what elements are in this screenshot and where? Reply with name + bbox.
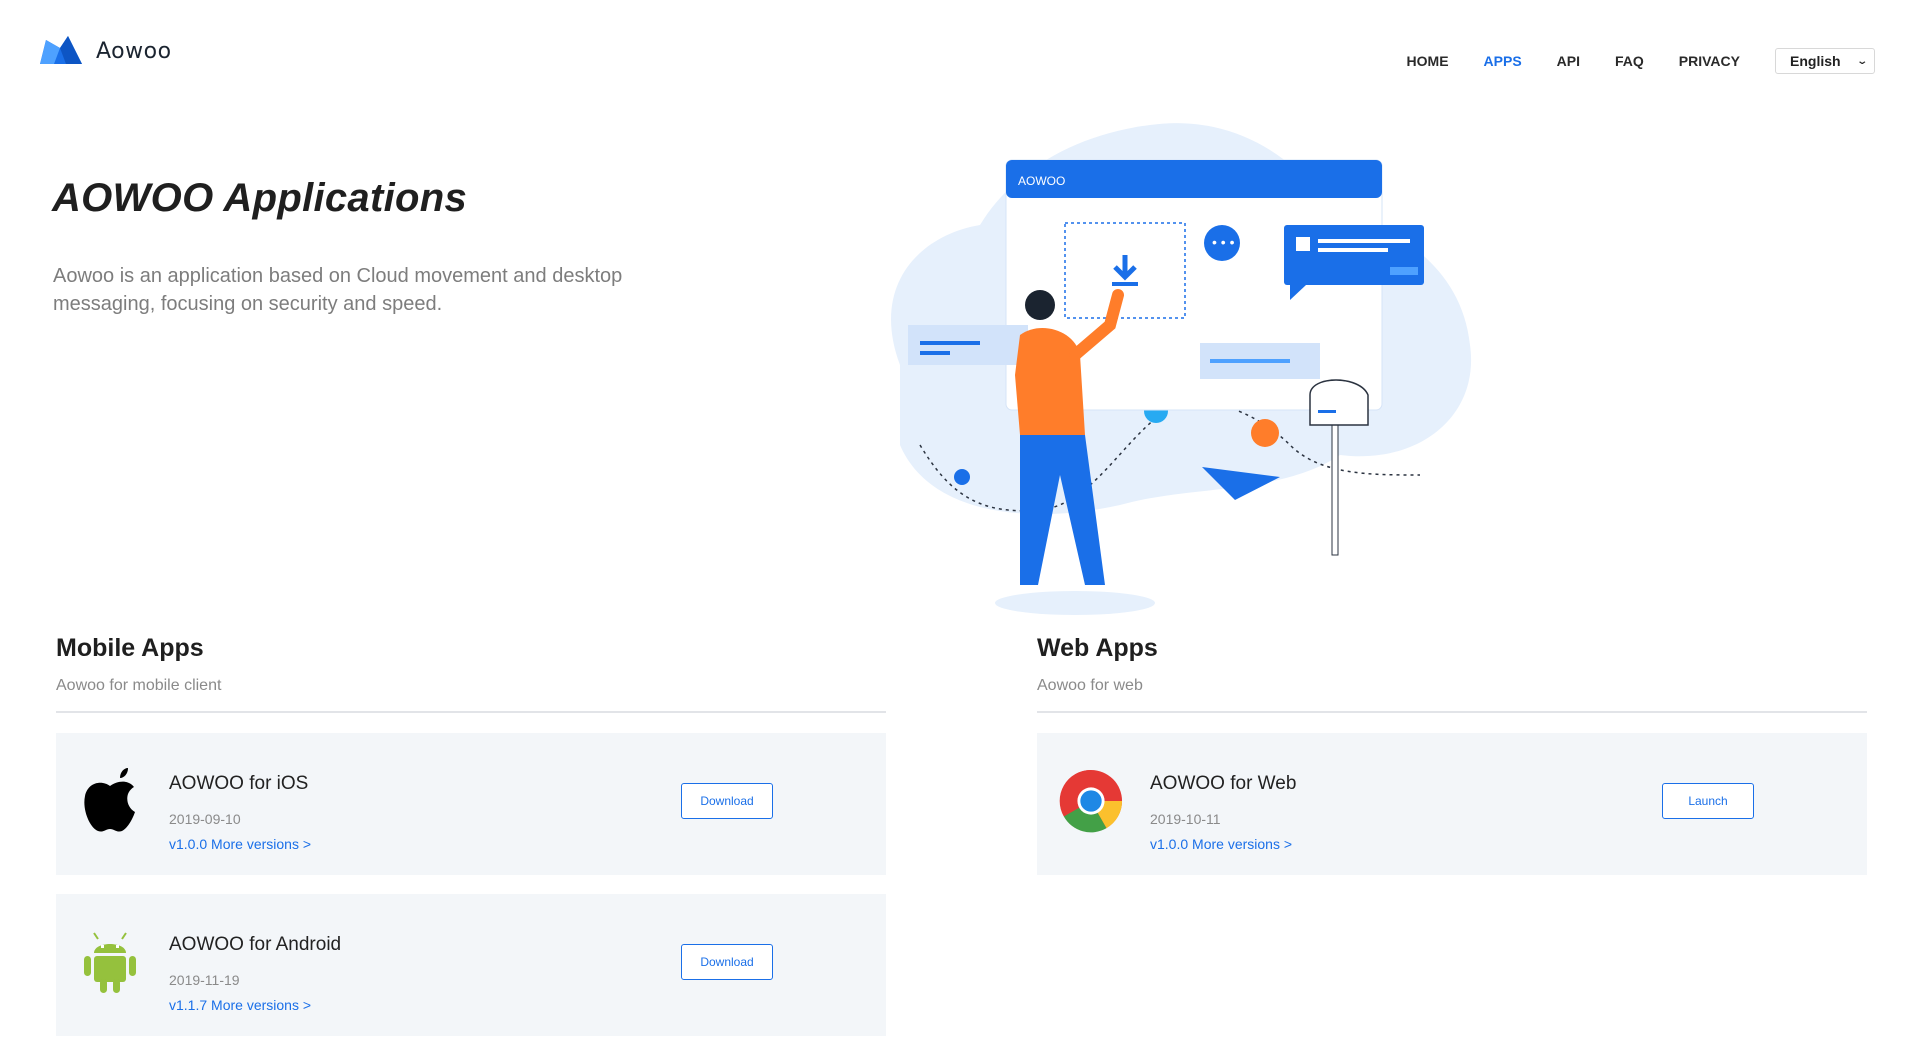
illustration-window-title: AOWOO [1018, 174, 1065, 188]
chevron-down-icon: ⌄ [1855, 55, 1868, 67]
brand-name: Aowoo [96, 38, 172, 64]
android-icon [78, 926, 142, 998]
versions-link[interactable]: v1.0.0 More versions > [1150, 836, 1292, 852]
dot-blue [954, 469, 970, 485]
download-button[interactable]: Download [681, 944, 773, 980]
app-name: AOWOO for Web [1150, 773, 1297, 794]
nav-faq[interactable]: FAQ [1615, 53, 1644, 69]
hero-illustration: AOWOO • • • [891, 123, 1472, 615]
dot-orange [1251, 419, 1279, 447]
app-date: 2019-10-11 [1150, 811, 1221, 827]
section-subtitle: Aowoo for mobile client [56, 677, 222, 694]
app-card-web: AOWOO for Web 2019-10-11 v1.0.0 More ver… [1037, 733, 1867, 875]
section-title: Mobile Apps [56, 634, 204, 662]
nav-home[interactable]: HOME [1407, 53, 1449, 69]
mobile-apps-section: Mobile Apps Aowoo for mobile client [56, 634, 886, 713]
language-select[interactable]: English ⌄ [1775, 48, 1875, 74]
app-date: 2019-11-19 [169, 972, 240, 988]
nav-privacy[interactable]: PRIVACY [1679, 53, 1740, 69]
brand-logo[interactable]: Aowoo [38, 34, 172, 68]
app-card-ios: AOWOO for iOS 2019-09-10 v1.0.0 More ver… [56, 733, 886, 875]
chrome-icon [1059, 765, 1123, 837]
app-card-android: AOWOO for Android 2019-11-19 v1.1.7 More… [56, 894, 886, 1036]
apple-icon [78, 765, 142, 837]
language-value: English [1790, 53, 1841, 69]
aowoo-logo-icon [40, 36, 82, 64]
app-date: 2019-09-10 [169, 811, 241, 827]
launch-button[interactable]: Launch [1662, 783, 1754, 819]
section-title: Web Apps [1037, 634, 1158, 662]
nav-api[interactable]: API [1557, 53, 1580, 69]
web-apps-section: Web Apps Aowoo for web [1037, 634, 1867, 713]
svg-text:• • •: • • • [1212, 234, 1235, 250]
section-divider [56, 711, 886, 713]
top-nav: HOME APPS API FAQ PRIVACY English ⌄ [1407, 48, 1875, 74]
versions-link[interactable]: v1.0.0 More versions > [169, 836, 311, 852]
versions-link[interactable]: v1.1.7 More versions > [169, 997, 311, 1013]
nav-apps[interactable]: APPS [1484, 53, 1522, 69]
app-name: AOWOO for iOS [169, 773, 309, 794]
app-name: AOWOO for Android [169, 934, 342, 955]
section-divider [1037, 711, 1867, 713]
section-subtitle: Aowoo for web [1037, 677, 1143, 694]
page-description: Aowoo is an application based on Cloud m… [53, 265, 623, 315]
download-button[interactable]: Download [681, 783, 773, 819]
page-title: AOWOO Applications [52, 176, 468, 220]
